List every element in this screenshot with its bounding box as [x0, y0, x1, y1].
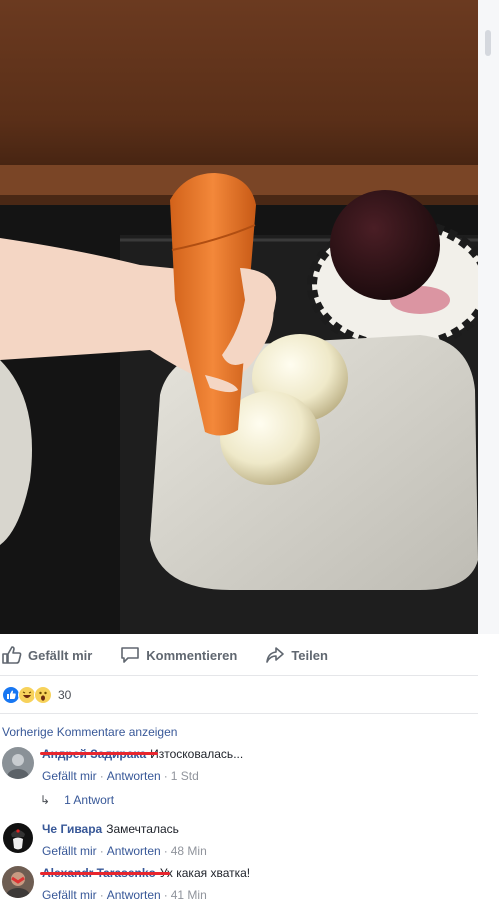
reaction-count[interactable]: 30 [58, 688, 71, 702]
scroll-thumb[interactable] [485, 30, 491, 56]
comment-author[interactable]: Че Гивара [42, 822, 102, 836]
comment-like-link[interactable]: Gefällt mir [42, 844, 97, 858]
previous-comments-link[interactable]: Vorherige Kommentare anzeigen [2, 725, 177, 739]
speech-bubble-icon [121, 647, 140, 663]
avatar[interactable] [2, 747, 34, 779]
comment-reply-link[interactable]: Antworten [107, 769, 161, 783]
comment-text: Замечталась [106, 822, 179, 836]
avatar[interactable] [2, 866, 34, 898]
thumbs-up-icon [2, 646, 22, 664]
page-side-strip [478, 0, 499, 634]
comment-text: Изтосковалась... [150, 747, 244, 761]
share-button[interactable]: Teilen [265, 646, 328, 664]
avatar[interactable] [2, 822, 34, 854]
comment-reply-link[interactable]: Antworten [107, 888, 161, 902]
redaction-strike [40, 752, 158, 755]
like-button-label: Gefällt mir [28, 647, 93, 663]
comment-item: Андрей ЗадиракаИзтосковалась... Gefällt … [0, 747, 478, 787]
reply-arrow-icon: ↳ [40, 793, 51, 807]
like-button[interactable]: Gefällt mir [2, 646, 92, 664]
divider [0, 713, 478, 714]
comment-button-label: Kommentieren [146, 647, 238, 663]
wow-reaction-icon [34, 686, 52, 704]
comment-like-link[interactable]: Gefällt mir [42, 888, 97, 902]
comment-button[interactable]: Kommentieren [120, 646, 237, 664]
redaction-strike [40, 872, 170, 875]
comment-text: Ух какая хватка! [159, 866, 251, 880]
comment-time[interactable]: 48 Min [171, 844, 207, 858]
post-photo[interactable] [0, 0, 478, 634]
photo-illustration [0, 0, 478, 634]
share-arrow-icon [266, 647, 285, 663]
comment-item: Че Гивара Замечталась Gefällt mir · Antwort… [0, 822, 478, 862]
comment-time[interactable]: 1 Std [171, 769, 199, 783]
view-replies-link[interactable]: ↳ 1 Antwort [40, 793, 114, 807]
replies-count-label: 1 Antwort [64, 793, 115, 807]
comment-reply-link[interactable]: Antworten [107, 844, 161, 858]
reactions-summary[interactable]: 30 [0, 675, 478, 714]
share-button-label: Teilen [291, 647, 328, 663]
comment-like-link[interactable]: Gefällt mir [42, 769, 97, 783]
comment-time[interactable]: 41 Min [171, 888, 207, 902]
post-action-bar: Gefällt mir Kommentieren Teilen [0, 640, 478, 670]
reaction-icons [2, 686, 52, 704]
comment-item: Alexandr TarasenkoУх какая хватка! Gefäl… [0, 866, 478, 904]
